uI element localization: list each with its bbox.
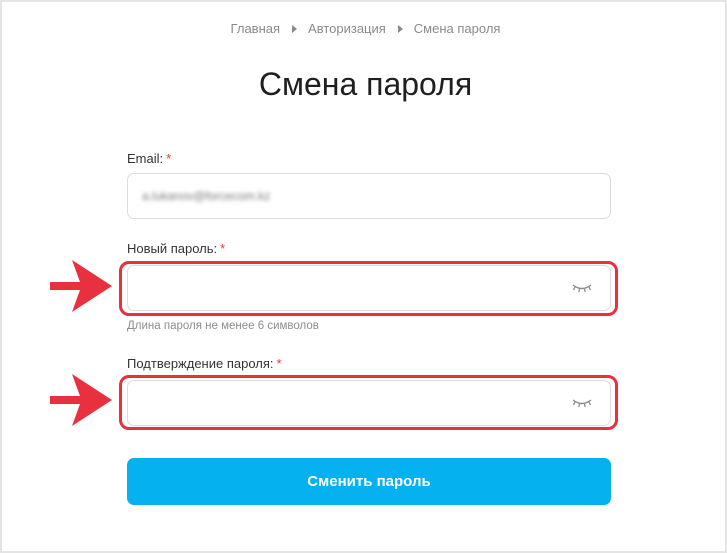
annotation-arrow-icon [50, 260, 112, 312]
confirm-password-label: Подтверждение пароля: * [127, 356, 282, 371]
page-title: Смена пароля [258, 66, 473, 102]
new-password-label-text: Новый пароль: [127, 241, 218, 256]
confirm-password-label-text: Подтверждение пароля: [127, 356, 274, 371]
required-mark: * [166, 151, 172, 166]
email-label: Email: * [127, 151, 171, 166]
breadcrumb-authorization[interactable]: Авторизация [308, 21, 386, 36]
new-password-highlight [119, 261, 618, 316]
annotation-arrow-icon [50, 374, 112, 426]
email-label-text: Email: [127, 151, 164, 166]
breadcrumb-home[interactable]: Главная [231, 21, 280, 36]
page-frame: Главная Авторизация Смена пароля Смена п… [0, 0, 727, 553]
new-password-label: Новый пароль: * [127, 241, 225, 256]
breadcrumb: Главная Авторизация Смена пароля [2, 21, 727, 36]
email-value: a.lukanov@forcecom.kz [142, 189, 271, 203]
email-field[interactable]: a.lukanov@forcecom.kz [127, 173, 611, 219]
required-mark: * [276, 356, 282, 371]
breadcrumb-current: Смена пароля [413, 21, 501, 36]
password-hint: Длина пароля не менее 6 символов [127, 320, 319, 332]
required-mark: * [220, 241, 226, 256]
confirm-password-highlight [119, 375, 618, 430]
breadcrumb-separator-icon [292, 24, 298, 33]
change-password-button[interactable]: Сменить пароль [127, 458, 611, 505]
breadcrumb-separator-icon [397, 24, 403, 33]
